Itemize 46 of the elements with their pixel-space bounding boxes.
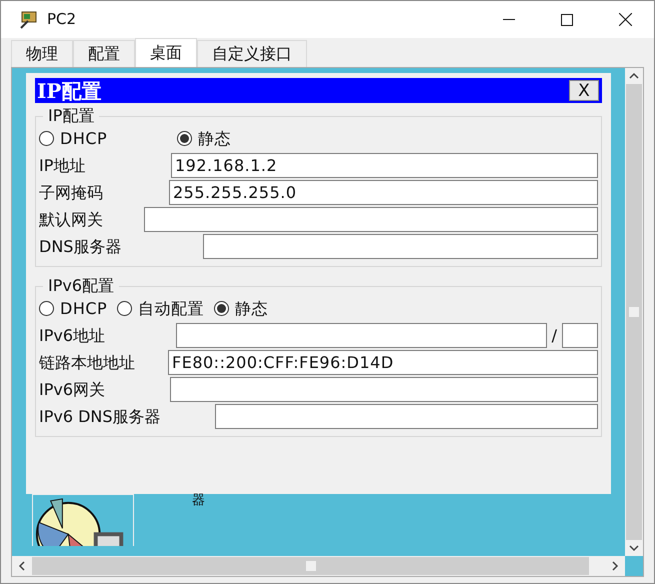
input-field[interactable]: 255.255.255.0 (169, 180, 598, 205)
input-field[interactable]: 192.168.1.2 (171, 153, 598, 178)
prefix-separator: / (550, 324, 558, 346)
field-label: IPv6地址 (39, 324, 106, 346)
radio-label: 静态 (198, 128, 232, 150)
scrollbar-corner (625, 556, 643, 576)
field-label: IP地址 (39, 154, 86, 176)
scroll-thumb[interactable] (306, 561, 316, 571)
radio-button[interactable] (177, 131, 192, 146)
input-field[interactable] (215, 404, 598, 429)
radio-button[interactable] (214, 301, 230, 316)
close-icon (618, 13, 632, 26)
field-label: 默认网关 (39, 208, 104, 230)
vertical-scrollbar[interactable] (625, 68, 643, 556)
input-field[interactable] (170, 377, 598, 402)
input-field[interactable] (203, 234, 598, 259)
icon-label: 器 (192, 494, 205, 508)
radio-label: 自动配置 (138, 298, 204, 320)
tab[interactable]: 物理 (11, 40, 73, 67)
radio-label: 静态 (235, 298, 268, 320)
input-field[interactable]: FE80::200:CFF:FE96:D14D (168, 350, 598, 375)
field-label: IPv6网关 (39, 378, 106, 400)
field-label: IPv6 DNS服务器 (39, 406, 162, 428)
minimize-icon (503, 18, 515, 20)
radio-label: DHCP (60, 128, 108, 150)
scroll-thumb[interactable] (629, 307, 639, 317)
input-field[interactable] (144, 207, 598, 232)
field-label: DNS服务器 (39, 236, 122, 258)
field-label: 子网掩码 (39, 182, 104, 204)
group-title: IPv6配置 (47, 277, 116, 295)
field-label: 链路本地地址 (39, 352, 136, 374)
group-title: IP配置 (47, 107, 96, 125)
radio-label: DHCP (60, 298, 108, 320)
input-field[interactable] (176, 323, 547, 348)
window-title: PC2 (47, 9, 76, 30)
dialog-title: IP配置 (37, 80, 102, 102)
tab[interactable]: 自定义接口 (197, 40, 307, 67)
radio-button[interactable] (39, 301, 54, 316)
tab[interactable]: 桌面 (135, 38, 197, 67)
maximize-icon (561, 14, 573, 26)
dialog-close-button[interactable]: X (569, 80, 599, 101)
horizontal-scrollbar[interactable] (12, 556, 625, 576)
radio-button[interactable] (39, 131, 54, 146)
tab[interactable]: 配置 (73, 40, 135, 67)
radio-button[interactable] (117, 301, 132, 316)
prefix-field[interactable] (562, 323, 598, 348)
